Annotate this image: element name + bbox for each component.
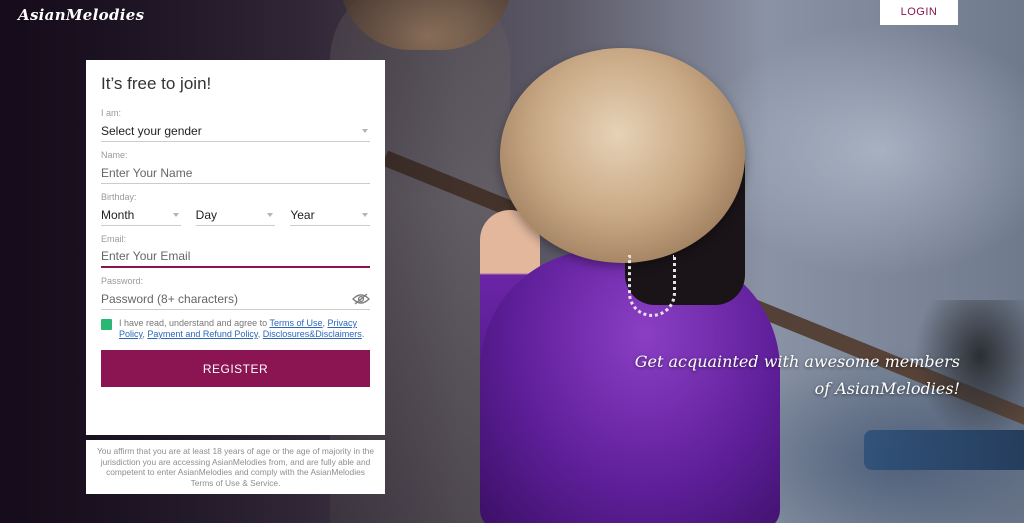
caret-down-icon	[362, 128, 368, 133]
caret-down-icon	[172, 212, 179, 217]
name-input-placeholder: Enter Your Name	[101, 165, 193, 180]
name-input[interactable]: Enter Your Name	[101, 162, 370, 184]
birthday-selects: Month Day Year	[101, 204, 371, 226]
caret-down-icon	[362, 212, 369, 217]
gender-label: I am:	[101, 108, 122, 118]
login-button[interactable]: LOGIN	[880, 0, 958, 25]
name-label: Name:	[101, 150, 128, 160]
hero-tagline-line1: Get acquainted with awesome members	[634, 352, 960, 371]
terms-suffix: .	[361, 329, 365, 339]
birthday-month-value: Month	[101, 207, 135, 222]
site-logo[interactable]: AsianMelodies	[18, 6, 144, 24]
terms-checkbox[interactable]	[101, 319, 112, 330]
email-label: Email:	[101, 234, 127, 244]
password-input[interactable]: Password (8+ characters)	[101, 288, 370, 310]
terms-agreement: I have read, understand and agree to Ter…	[101, 318, 370, 340]
register-button[interactable]: REGISTER	[101, 350, 370, 387]
email-input[interactable]: Enter Your Email	[101, 246, 370, 268]
password-input-placeholder: Password (8+ characters)	[101, 291, 239, 306]
form-title: It’s free to join!	[101, 74, 212, 93]
signup-form: It’s free to join! I am: Select your gen…	[86, 60, 385, 435]
gender-field: I am: Select your gender	[101, 108, 370, 142]
hero-tagline: Get acquainted with awesome members of A…	[600, 348, 960, 402]
birthday-year-value: Year	[290, 207, 315, 222]
password-label: Password:	[101, 276, 144, 286]
terms-of-use-link[interactable]: Terms of Use	[269, 318, 322, 328]
email-input-placeholder: Enter Your Email	[101, 249, 191, 263]
birthday-field: Birthday: Month Day Year	[101, 192, 371, 226]
name-field: Name: Enter Your Name	[101, 150, 370, 184]
password-field: Password: Password (8+ characters)	[101, 276, 370, 310]
email-field: Email: Enter Your Email	[101, 234, 370, 268]
birthday-label: Birthday:	[101, 192, 137, 202]
birthday-day-value: Day	[195, 207, 218, 222]
gender-select[interactable]: Select your gender	[101, 120, 370, 142]
birthday-day-select[interactable]: Day	[195, 204, 276, 226]
eye-slash-icon[interactable]	[352, 293, 370, 305]
disclosures-link[interactable]: Disclosures&Disclaimers	[263, 329, 362, 339]
hero-tagline-line2: of AsianMelodies!	[814, 379, 960, 398]
gender-select-value: Select your gender	[101, 123, 202, 138]
birthday-year-select[interactable]: Year	[290, 204, 371, 226]
birthday-month-select[interactable]: Month	[101, 204, 181, 226]
refund-policy-link[interactable]: Payment and Refund Policy	[147, 329, 257, 339]
terms-text: I have read, understand and agree to Ter…	[119, 318, 370, 340]
caret-down-icon	[267, 212, 274, 217]
terms-prefix: I have read, understand and agree to	[119, 318, 270, 328]
age-disclaimer: You affirm that you are at least 18 year…	[86, 440, 385, 494]
